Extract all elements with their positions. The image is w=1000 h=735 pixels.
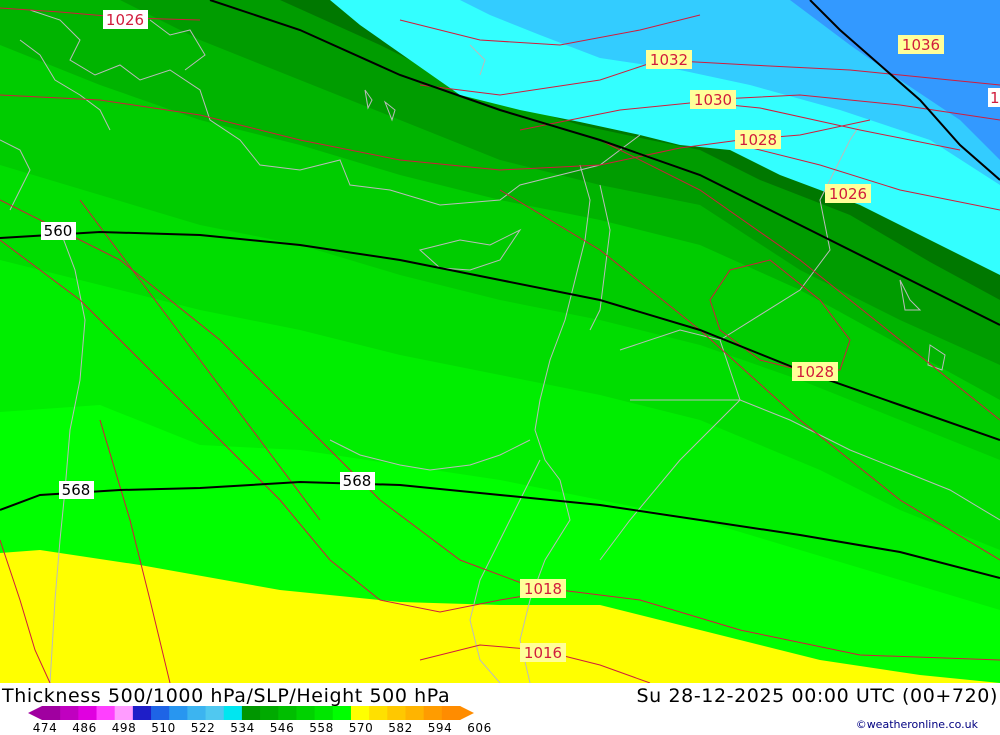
weather-map: 1026 1032 1036 1030 1028 1026 1028 1018 … [0,0,1000,683]
slp-label: 1028 [739,131,777,149]
scale-swatch [78,706,98,720]
credit-link[interactable]: ©weatheronline.co.uk [856,718,978,731]
height-label: 568 [343,472,372,490]
scale-swatch [387,706,406,720]
scale-swatch [332,706,352,720]
scale-swatch [96,706,116,720]
scale-swatch [187,706,207,720]
scale-swatch [42,706,61,720]
scale-swatch [296,706,316,720]
slp-label: 1016 [524,644,562,662]
scale-swatch [169,706,188,720]
height-label: 568 [62,481,91,499]
scale-swatch [151,706,170,720]
scale-swatch [241,706,261,720]
slp-label: 1036 [902,36,940,54]
scale-swatch [278,706,297,720]
scale-swatch [441,706,461,720]
slp-label: 1030 [694,91,732,109]
scale-arrow-left [28,706,42,720]
scale-arrow-right [460,706,474,720]
scale-swatch [369,706,388,720]
scale-swatch [314,706,334,720]
scale-swatch [132,706,152,720]
map-datetime: Su 28-12-2025 00:00 UTC (00+720) [636,685,998,707]
scale-swatch [405,706,425,720]
slp-label: 1026 [106,11,144,29]
map-title: Thickness 500/1000 hPa/SLP/Height 500 hP… [2,685,451,707]
scale-swatch [423,706,443,720]
scale-swatch [114,706,134,720]
slp-label: 1018 [524,580,562,598]
slp-label: 1032 [650,51,688,69]
scale-swatch [260,706,279,720]
map-footer: Thickness 500/1000 hPa/SLP/Height 500 hP… [0,683,1000,735]
slp-label: 10 [990,89,1000,107]
height-label: 560 [44,222,73,240]
slp-label: 1026 [829,185,867,203]
color-scale [28,706,474,720]
scale-swatch [350,706,370,720]
scale-swatch [60,706,79,720]
scale-swatch [223,706,243,720]
slp-label: 1028 [796,363,834,381]
scale-swatch [205,706,225,720]
map-canvas: 1026 1032 1036 1030 1028 1026 1028 1018 … [0,0,1000,683]
